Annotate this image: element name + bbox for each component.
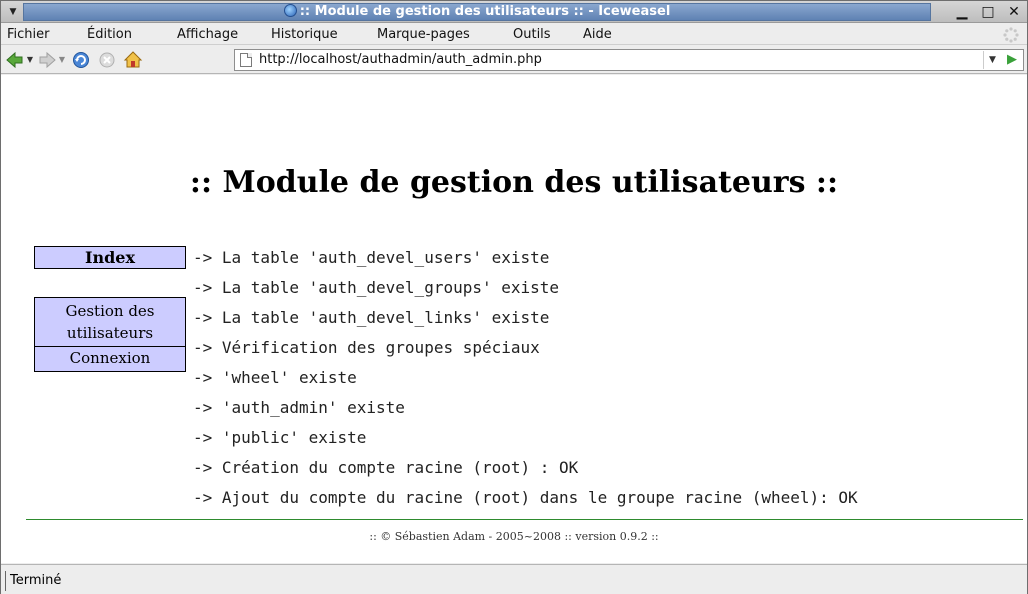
reload-icon[interactable]	[71, 50, 91, 70]
page-icon	[240, 53, 252, 67]
title-area: :: Module de gestion des utilisateurs ::…	[23, 3, 931, 21]
nav-index-link[interactable]: Index	[34, 246, 186, 269]
install-log: -> La table 'auth_devel_users' existe ->…	[193, 243, 858, 513]
url-bar[interactable]: http://localhost/authadmin/auth_admin.ph…	[234, 49, 1024, 71]
nav-users-link[interactable]: Gestion des utilisateurs	[34, 297, 186, 347]
log-line: -> 'wheel' existe	[193, 368, 357, 387]
menu-fichier[interactable]: Fichier	[7, 24, 50, 45]
window-title-text: :: Module de gestion des utilisateurs ::…	[299, 4, 671, 19]
status-bar: Terminé	[1, 564, 1027, 594]
url-dropdown-icon[interactable]: ▼	[983, 51, 1001, 69]
footer-credits: :: © Sébastien Adam - 2005~2008 :: versi…	[369, 530, 659, 543]
back-icon[interactable]	[5, 50, 25, 70]
menu-aide[interactable]: Aide	[583, 24, 612, 45]
status-text: Terminé	[5, 571, 61, 591]
menu-edition[interactable]: Édition	[87, 24, 132, 45]
log-line: -> La table 'auth_devel_users' existe	[193, 248, 550, 267]
log-line: -> Vérification des groupes spéciaux	[193, 338, 540, 357]
nav-users-label-line1: Gestion des	[65, 302, 155, 320]
minimize-button[interactable]: ▁	[953, 1, 971, 23]
home-icon[interactable]	[123, 50, 143, 70]
window-menu-icon[interactable]: ▼	[5, 1, 21, 23]
go-icon[interactable]: ▶	[1002, 51, 1022, 69]
nav-users-label-line2: utilisateurs	[66, 324, 154, 342]
log-line: -> 'public' existe	[193, 428, 367, 447]
page-content: :: Module de gestion des utilisateurs ::…	[1, 75, 1027, 563]
window-title: :: Module de gestion des utilisateurs ::…	[24, 4, 930, 20]
menu-marque-pages[interactable]: Marque-pages	[377, 24, 470, 45]
menu-bar: Fichier Édition Affichage Historique Mar…	[1, 24, 1027, 45]
nav-connexion-link[interactable]: Connexion	[34, 346, 186, 372]
stop-icon[interactable]	[97, 50, 117, 70]
close-button[interactable]: ✕	[1005, 1, 1023, 23]
url-input[interactable]: http://localhost/authadmin/auth_admin.ph…	[259, 50, 542, 70]
menu-historique[interactable]: Historique	[271, 24, 338, 45]
page-title: :: Module de gestion des utilisateurs ::	[189, 165, 839, 200]
log-line: -> 'auth_admin' existe	[193, 398, 405, 417]
nav-index-label: Index	[84, 248, 136, 267]
browser-window: ▼ :: Module de gestion des utilisateurs …	[0, 0, 1028, 594]
menu-affichage[interactable]: Affichage	[177, 24, 238, 45]
footer-divider	[26, 519, 1023, 520]
iceweasel-icon	[283, 4, 297, 17]
menu-outils[interactable]: Outils	[513, 24, 551, 45]
title-bar: ▼ :: Module de gestion des utilisateurs …	[1, 1, 1027, 23]
navigation-toolbar: ▼ ▼ http://localhost/authadmin/auth_admi…	[1, 46, 1027, 74]
nav-connexion-label: Connexion	[69, 349, 151, 367]
throbber-icon	[1003, 27, 1019, 43]
back-dropdown-icon[interactable]: ▼	[25, 50, 35, 70]
log-line: -> Création du compte racine (root) : OK	[193, 458, 579, 477]
log-line: -> La table 'auth_devel_links' existe	[193, 308, 550, 327]
log-line: -> Ajout du compte du racine (root) dans…	[193, 488, 858, 507]
maximize-button[interactable]: □	[979, 1, 997, 23]
forward-icon[interactable]	[37, 50, 57, 70]
log-line: -> La table 'auth_devel_groups' existe	[193, 278, 560, 297]
forward-dropdown-icon[interactable]: ▼	[57, 50, 67, 70]
